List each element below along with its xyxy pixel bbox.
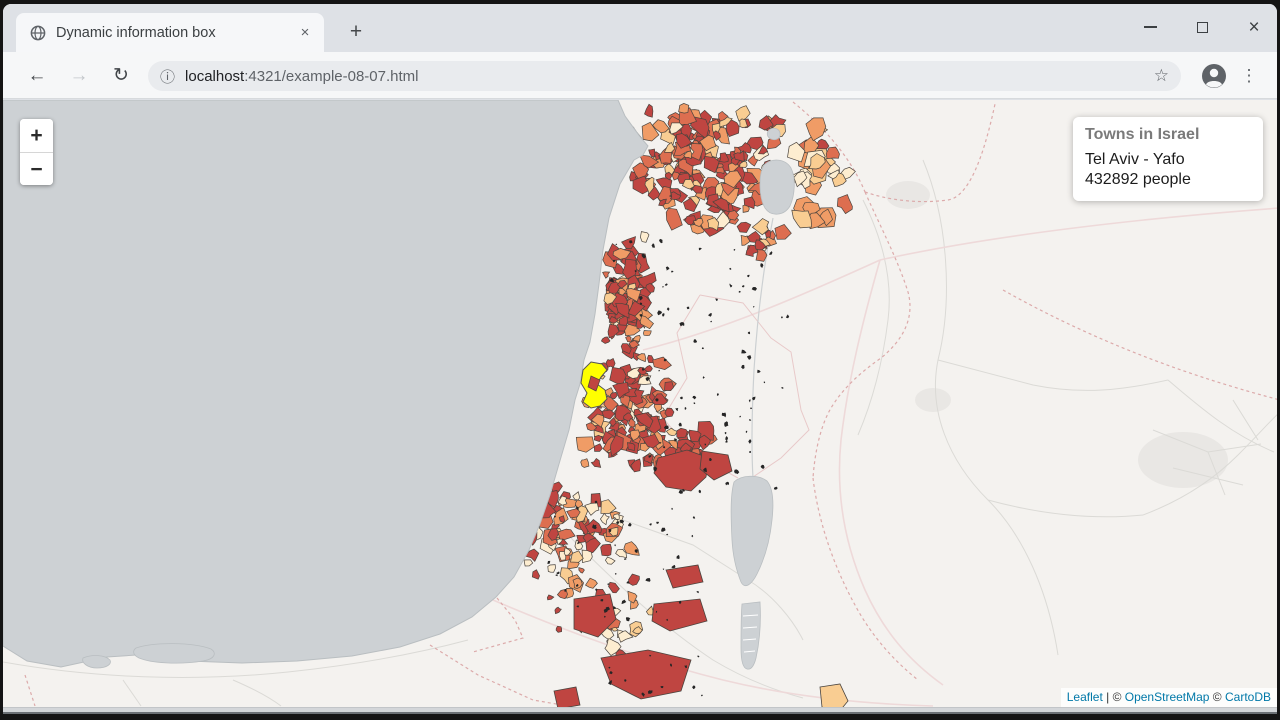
leaflet-link[interactable]: Leaflet [1067, 690, 1103, 704]
window-close-icon[interactable]: × [1239, 14, 1269, 40]
profile-avatar-icon[interactable] [1201, 63, 1227, 89]
reload-icon[interactable]: ↻ [106, 61, 136, 91]
minimize-icon[interactable] [1135, 14, 1165, 40]
info-box-population: 432892 people [1085, 170, 1251, 190]
browser-tab[interactable]: Dynamic information box × [16, 13, 324, 52]
globe-icon [30, 25, 46, 41]
map-viewport: + − Towns in Israel Tel Aviv - Yafo 4328… [3, 100, 1277, 707]
browser-toolbar: ← → ↻ ⓘ localhost:4321/example-08-07.htm… [3, 52, 1277, 99]
info-box-title: Towns in Israel [1085, 126, 1251, 144]
attribution-separator-2: © [1209, 690, 1225, 704]
url-bar[interactable]: ⓘ localhost:4321/example-08-07.html ☆ [148, 61, 1181, 91]
bookmark-star-icon[interactable]: ☆ [1154, 66, 1169, 86]
back-icon[interactable]: ← [22, 61, 52, 91]
browser-window: Dynamic information box × + × ← → ↻ ⓘ lo… [3, 4, 1277, 714]
openstreetmap-link[interactable]: OpenStreetMap [1125, 690, 1210, 704]
menu-kebab-icon[interactable]: ⋮ [1237, 62, 1261, 90]
leaflet-zoom-control: + − [20, 119, 53, 185]
url-path: :4321/example-08-07.html [244, 68, 418, 85]
new-tab-button[interactable]: + [343, 20, 369, 46]
window-bottom-edge [3, 707, 1277, 714]
page-info-icon[interactable]: ⓘ [160, 66, 175, 87]
window-controls: × [1135, 14, 1269, 40]
attribution-separator: | © [1103, 690, 1125, 704]
info-box-town: Tel Aviv - Yafo [1085, 150, 1251, 170]
url-text: localhost:4321/example-08-07.html [185, 68, 418, 85]
tab-close-icon[interactable]: × [296, 24, 314, 42]
map-attribution: Leaflet | © OpenStreetMap © CartoDB [1061, 688, 1277, 707]
forward-icon: → [64, 61, 94, 91]
tab-title: Dynamic information box [56, 25, 296, 41]
info-box: Towns in Israel Tel Aviv - Yafo 432892 p… [1073, 117, 1263, 201]
zoom-out-button[interactable]: − [20, 152, 53, 185]
url-host: localhost [185, 68, 244, 85]
zoom-in-button[interactable]: + [20, 119, 53, 152]
cartodb-link[interactable]: CartoDB [1225, 690, 1271, 704]
maximize-icon[interactable] [1187, 14, 1217, 40]
tab-strip: Dynamic information box × + × [3, 4, 1277, 52]
